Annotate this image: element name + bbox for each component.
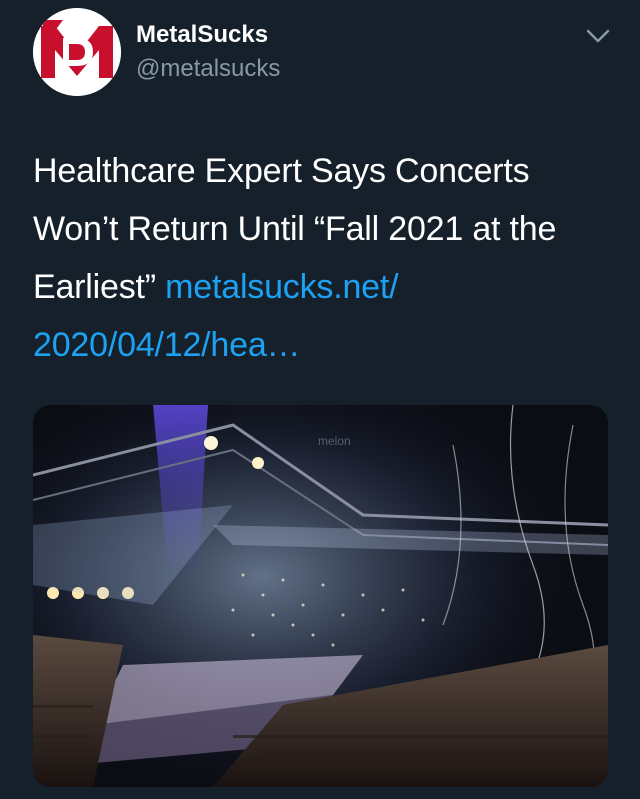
metalsucks-logo-icon	[33, 8, 121, 96]
tweet-media-image[interactable]: melon	[33, 405, 608, 787]
arena-sign: melon	[318, 434, 351, 448]
tweet-card[interactable]: MetalSucks @metalsucks Healthcare Expert…	[0, 0, 640, 799]
tweet-link-line2: 2020/04/12/hea…	[33, 326, 301, 364]
display-name[interactable]: MetalSucks	[136, 20, 280, 50]
avatar[interactable]	[33, 8, 121, 96]
handle[interactable]: @metalsucks	[136, 54, 280, 84]
concert-photo: melon	[33, 405, 608, 787]
tweet-text: Healthcare Expert Says Concerts Won’t Re…	[33, 142, 613, 374]
chevron-down-icon[interactable]	[586, 28, 610, 44]
author-block[interactable]: MetalSucks @metalsucks	[136, 20, 280, 84]
tweet-link-line1: metalsucks.net/	[165, 268, 399, 306]
